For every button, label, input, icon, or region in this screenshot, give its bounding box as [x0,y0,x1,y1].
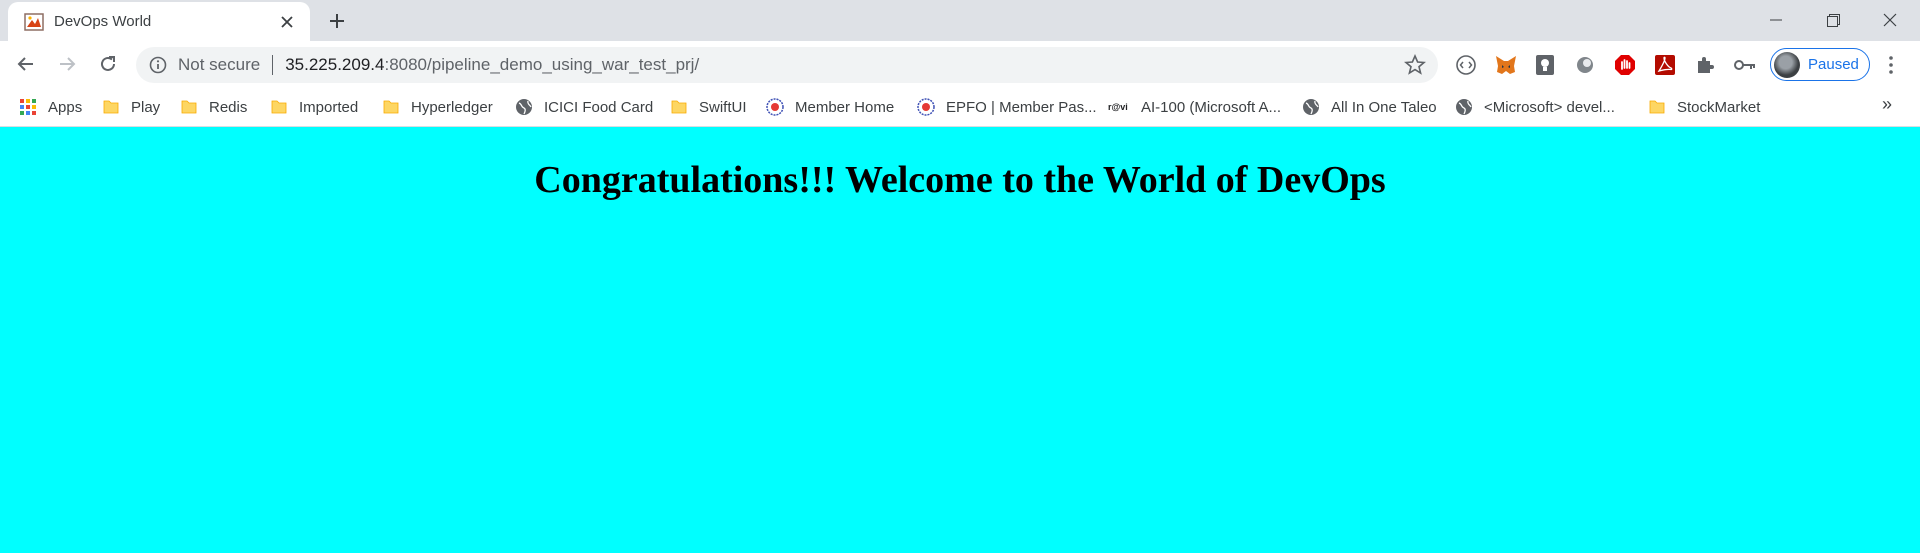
folder-icon [103,100,119,114]
globe-icon [1303,99,1319,115]
page-content: Congratulations!!! Welcome to the World … [0,128,1920,553]
bookmark-label: Hyperledger [411,98,493,116]
profile-status: Paused [1808,56,1859,73]
keep-extension-icon[interactable] [1532,52,1558,78]
arrow-right-icon [60,57,76,71]
bookmark-label: ICICI Food Card [544,98,654,116]
extensions-puzzle-icon[interactable] [1692,52,1718,78]
tab-strip: DevOps World [0,0,1920,41]
bookmark-label: All In One Taleo [1331,98,1437,116]
profile-button[interactable]: Paused [1770,48,1870,81]
bookmark-folder-stockmarket[interactable]: StockMarket [1648,94,1760,120]
folder-icon [181,100,197,114]
bookmark-folder-redis[interactable]: Redis [180,94,247,120]
bookmarks-bar: Apps Play Redis Imported Hyperledger ICI… [0,88,1920,127]
more-bookmarks-chevron-icon[interactable]: » [1882,94,1892,115]
tab-title: DevOps World [54,13,152,30]
bookmark-label: EPFO | Member Pas... [946,98,1097,116]
avatar [1774,51,1800,78]
epfo-logo-icon [766,98,784,116]
bookmark-folder-imported[interactable]: Imported [270,94,358,120]
key-passwords-icon[interactable] [1732,52,1758,78]
bookmark-label: Apps [48,98,83,116]
bookmark-label: Member Home [795,98,895,116]
close-window-button[interactable] [1862,0,1918,40]
folder-icon [671,100,687,114]
bookmark-folder-swiftui[interactable]: SwiftUI [670,94,747,120]
pdf-extension-icon[interactable] [1652,52,1678,78]
page-heading: Congratulations!!! Welcome to the World … [534,159,1386,201]
bookmark-label: Redis [209,98,248,116]
new-tab-button[interactable] [323,7,351,35]
svg-text:r@vi: r@vi [1108,102,1128,112]
apps-grid-icon [20,99,36,115]
bookmark-label: Play [131,98,161,116]
metamask-fox-icon[interactable] [1493,52,1519,78]
browser-toolbar: Not secure 35.225.209.4 :8080/pipeline_d… [0,41,1920,88]
arrow-left-icon [17,57,33,71]
folder-icon [271,100,287,114]
url-host: 35.225.209.4 [285,55,385,74]
circle-extension-icon[interactable] [1572,52,1598,78]
bookmark-label: AI-100 (Microsoft A... [1141,98,1282,116]
bookmark-member-home[interactable]: Member Home [766,94,894,120]
security-status: Not secure [178,55,261,74]
globe-icon [516,99,532,115]
bookmark-label: Imported [299,98,359,116]
bookmark-apps[interactable]: Apps [19,94,82,120]
tab-close-icon[interactable] [272,7,302,37]
bookmark-folder-play[interactable]: Play [102,94,160,120]
bookmark-microsoft-developer[interactable]: <Microsoft> devel... [1455,94,1615,120]
adblock-stop-icon[interactable] [1612,52,1638,78]
bookmark-icici-food-card[interactable]: ICICI Food Card [515,94,653,120]
forward-button[interactable] [51,48,83,80]
bookmark-label: <Microsoft> devel... [1484,98,1615,116]
code-extension-icon[interactable] [1453,52,1479,78]
reload-button[interactable] [92,48,124,80]
folder-icon [383,100,399,114]
folder-icon [1649,100,1665,114]
bookmark-ai-100[interactable]: r@vi AI-100 (Microsoft A... [1108,94,1281,120]
minimize-button[interactable] [1748,0,1804,40]
revi-logo-icon: r@vi [1108,102,1128,112]
globe-icon [1456,99,1472,115]
epfo-logo-icon [917,98,935,116]
reload-icon [101,56,115,71]
back-button[interactable] [10,48,42,80]
tab-devops-world[interactable]: DevOps World [8,2,310,41]
bookmark-epfo-member-passbook[interactable]: EPFO | Member Pas... [917,94,1097,120]
bookmark-label: StockMarket [1677,98,1761,116]
kebab-menu-icon[interactable] [1880,53,1902,77]
url-path: :8080/pipeline_demo_using_war_test_prj/ [384,55,700,74]
restore-button[interactable] [1805,0,1861,40]
bookmark-all-in-one-taleo[interactable]: All In One Taleo [1302,94,1437,120]
site-favicon-icon [24,12,44,31]
bookmark-star-icon[interactable] [1404,54,1426,76]
address-bar[interactable]: Not secure 35.225.209.4 :8080/pipeline_d… [136,47,1438,83]
info-icon[interactable] [148,55,168,75]
bookmark-label: SwiftUI [699,98,747,116]
bookmark-folder-hyperledger[interactable]: Hyperledger [382,94,493,120]
divider [272,55,274,75]
